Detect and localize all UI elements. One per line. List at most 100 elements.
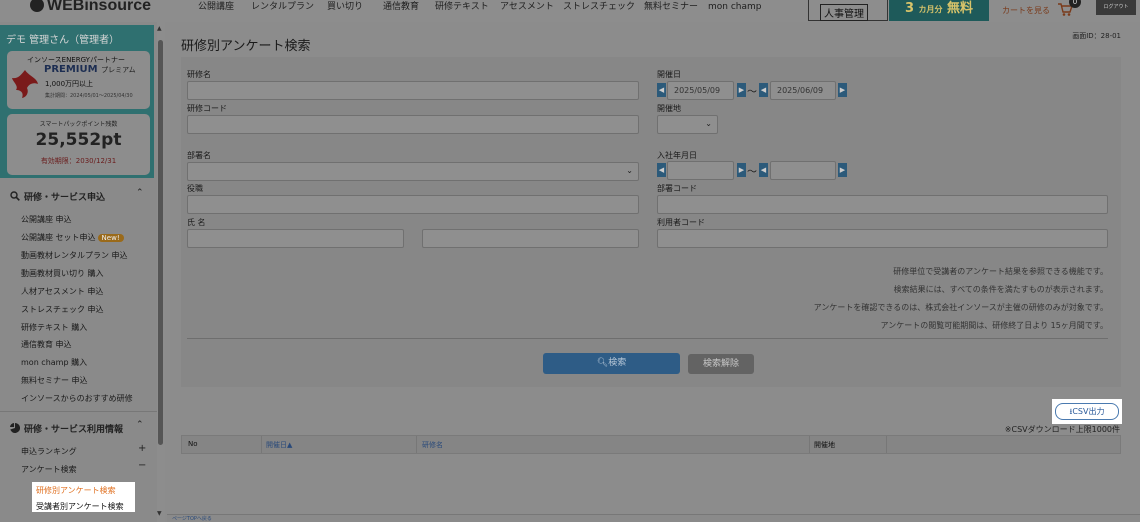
position-input[interactable] <box>187 195 639 214</box>
nav-stress-check[interactable]: ストレスチェック <box>563 2 635 13</box>
points-card: スマートパックポイント残数 25,552pt 有効期限：2030/12/31 <box>7 114 150 175</box>
chevron-up-icon[interactable]: ⌃ <box>136 188 144 198</box>
scroll-down-icon[interactable]: ▼ <box>157 510 162 517</box>
join-to-prev-button[interactable]: ◀ <box>759 163 768 177</box>
col-date-sort[interactable]: 開催日▲ <box>266 440 292 450</box>
col-divider <box>809 436 810 453</box>
sidebar-item-recommended[interactable]: インソースからのおすすめ研修 <box>21 393 133 404</box>
submenu-item-by-course[interactable]: 研修別アンケート検索 <box>36 485 116 496</box>
search-icon <box>10 191 20 201</box>
location-label: 開催地 <box>657 104 681 113</box>
sidebar-item-video-buyout[interactable]: 動画教材買い切り 購入 <box>21 268 104 279</box>
date-range-separator: 〜 <box>747 87 757 98</box>
join-date-label: 入社年月日 <box>657 151 697 160</box>
join-from-next-button[interactable]: ▶ <box>737 163 746 177</box>
course-name-input[interactable] <box>187 81 639 100</box>
dept-code-input[interactable] <box>657 195 1108 214</box>
cart-count-badge: 0 <box>1069 0 1081 8</box>
date-from-prev-button[interactable]: ◀ <box>657 83 666 97</box>
survey-submenu: 研修別アンケート検索 受講者別アンケート検索 <box>32 482 135 512</box>
csv-export-button[interactable]: ⭳CSV出力 <box>1055 403 1119 420</box>
sidebar-divider <box>0 411 157 412</box>
clear-search-button[interactable]: 検索解除 <box>688 354 754 374</box>
section-service-info[interactable]: 研修・サービス利用情報 <box>10 422 123 435</box>
points-expiry: 有効期限：2030/12/31 <box>40 157 117 165</box>
join-date-to-input[interactable] <box>770 161 836 180</box>
user-code-label: 利用者コード <box>657 218 705 227</box>
sidebar-scrollbar[interactable]: ▲ ▼ <box>157 22 165 522</box>
date-label: 開催日 <box>657 70 681 79</box>
site-logo[interactable]: WEBinsource <box>30 0 151 15</box>
join-date-from-input[interactable] <box>667 161 734 180</box>
hr-management-banner[interactable]: 人事管理 <box>808 0 888 21</box>
nav-buyout[interactable]: 買い切り <box>327 2 363 13</box>
sidebar-item-public-course-set[interactable]: 公開講座 セット申込 New! <box>21 232 124 243</box>
name-label: 氏 名 <box>187 218 206 227</box>
sidebar-item-video-rental[interactable]: 動画教材レンタルプラン 申込 <box>21 250 128 261</box>
results-table-header: No 開催日▲ 研修名 開催地 <box>181 435 1121 454</box>
location-select[interactable]: ⌄ <box>657 115 718 134</box>
sidebar-item-public-course[interactable]: 公開講座 申込 <box>21 214 72 225</box>
sidebar-item-ranking[interactable]: 申込ランキング <box>21 446 77 457</box>
nav-free-seminar[interactable]: 無料セミナー <box>644 2 698 13</box>
account-panel: デモ 管理さん（管理者） インソースENERGYパートナー PREMIUM プレ… <box>0 25 154 178</box>
sidebar-item-survey-search[interactable]: アンケート検索 <box>21 464 77 475</box>
submenu-item-by-attendee[interactable]: 受講者別アンケート検索 <box>36 501 124 512</box>
expand-plus-icon[interactable]: + <box>138 443 146 454</box>
sidebar-item-stress-check[interactable]: ストレスチェック 申込 <box>21 304 104 315</box>
date-from-next-button[interactable]: ▶ <box>737 83 746 97</box>
date-from-input[interactable]: 2025/05/09 <box>667 81 734 100</box>
position-label: 役職 <box>187 184 203 193</box>
partner-card: インソースENERGYパートナー PREMIUM プレミアム 1,000万円以上… <box>7 51 150 109</box>
col-divider <box>886 436 887 453</box>
date-to-input[interactable]: 2025/06/09 <box>770 81 836 100</box>
nav-rental-plan[interactable]: レンタルプラン <box>251 2 314 13</box>
search-button[interactable]: 🔍︎検索 <box>543 353 680 374</box>
note-line-1: 研修単位で受講者のアンケート結果を参照できる機能です。 <box>893 267 1108 276</box>
date-to-next-button[interactable]: ▶ <box>838 83 847 97</box>
pie-chart-icon <box>10 423 20 433</box>
note-line-4: アンケートの閲覧可能期間は、研修終了日より 15ヶ月間です。 <box>880 321 1108 330</box>
course-name-label: 研修名 <box>187 70 211 79</box>
top-navigation: WEBinsource 公開講座 レンタルプラン 買い切り 通信教育 研修テキス… <box>0 0 1140 22</box>
scroll-thumb[interactable] <box>158 40 163 445</box>
date-to-prev-button[interactable]: ◀ <box>759 83 768 97</box>
last-name-input[interactable] <box>187 229 404 248</box>
course-code-input[interactable] <box>187 115 639 134</box>
nav-training-text[interactable]: 研修テキスト <box>435 2 489 13</box>
section-service-apply[interactable]: 研修・サービス申込 <box>10 190 105 203</box>
join-range-separator: 〜 <box>747 167 757 178</box>
promo-banner[interactable]: 3 カ月分 無料 <box>889 0 989 21</box>
nav-assessment[interactable]: アセスメント <box>500 2 554 13</box>
search-form: 研修名 研修コード 部署名 ⌄ 役職 氏 名 開催日 ◀ 2025/05/09 … <box>181 57 1121 387</box>
user-code-input[interactable] <box>657 229 1108 248</box>
plan-name: PREMIUM プレミアム <box>44 64 136 75</box>
sidebar-item-training-text[interactable]: 研修テキスト 購入 <box>21 322 87 333</box>
sidebar-item-correspondence[interactable]: 通信教育 申込 <box>21 339 72 350</box>
join-to-next-button[interactable]: ▶ <box>838 163 847 177</box>
course-code-label: 研修コード <box>187 104 227 113</box>
sidebar-item-assessment[interactable]: 人材アセスメント 申込 <box>21 286 103 297</box>
nav-public-course[interactable]: 公開講座 <box>198 2 234 13</box>
join-from-prev-button[interactable]: ◀ <box>657 163 666 177</box>
scroll-up-icon[interactable]: ▲ <box>157 25 162 32</box>
sidebar-item-mon-champ[interactable]: mon champ 購入 <box>21 357 87 368</box>
nav-mon-champ[interactable]: mon champ <box>708 2 762 13</box>
col-divider <box>416 436 417 453</box>
department-select[interactable]: ⌄ <box>187 162 639 181</box>
plan-amount: 1,000万円以上 <box>45 80 94 88</box>
collapse-minus-icon[interactable]: − <box>138 460 146 471</box>
back-to-top-link[interactable]: ページTOPへ戻る <box>172 515 212 522</box>
cart-link[interactable]: カートを見る <box>1002 5 1050 16</box>
search-icon: 🔍︎ <box>596 358 609 368</box>
points-title: スマートパックポイント残数 <box>39 121 118 128</box>
csv-limit-note: ※CSVダウンロード上限1000件 <box>1004 425 1120 434</box>
chevron-up-icon[interactable]: ⌃ <box>136 420 144 430</box>
chevron-down-icon: ⌄ <box>705 119 712 128</box>
sidebar-item-free-seminar[interactable]: 無料セミナー 申込 <box>21 375 88 386</box>
note-line-3: アンケートを確認できるのは、株式会社インソースが主催の研修のみが対象です。 <box>813 303 1108 312</box>
logout-button[interactable]: ログアウト <box>1096 0 1136 15</box>
nav-correspondence[interactable]: 通信教育 <box>383 2 419 13</box>
first-name-input[interactable] <box>422 229 639 248</box>
col-course-name-sort[interactable]: 研修名 <box>422 440 443 450</box>
